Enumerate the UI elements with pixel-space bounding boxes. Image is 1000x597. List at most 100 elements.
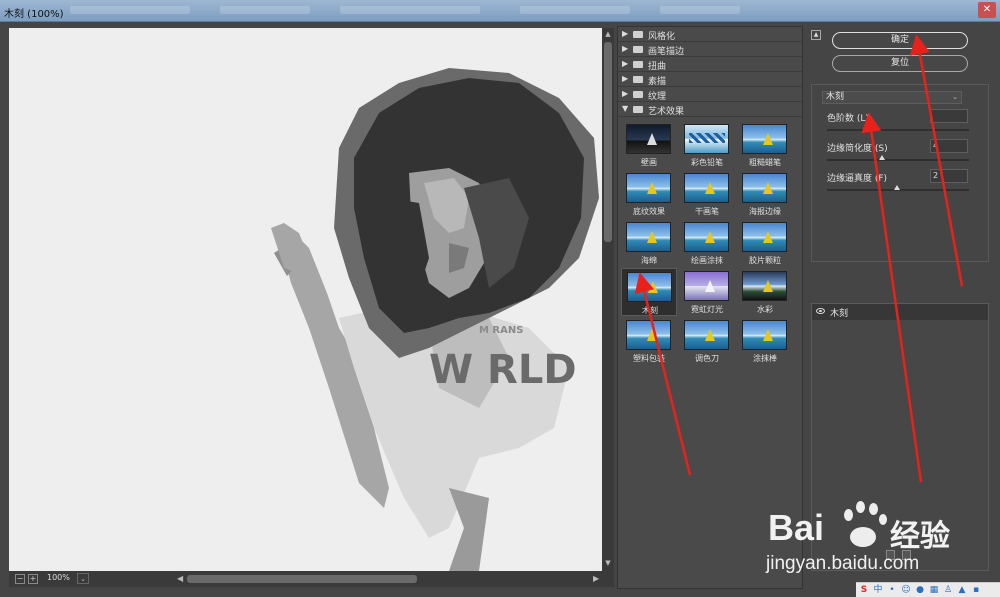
titlebar-blur — [660, 6, 740, 14]
titlebar-blur — [340, 6, 480, 14]
mic-icon[interactable]: ● — [914, 584, 926, 596]
hscroll-thumb[interactable] — [187, 575, 417, 583]
watermark-brand: Bai — [768, 507, 825, 548]
paw-toe — [856, 501, 865, 513]
folder-label: 风格化 — [648, 32, 676, 42]
filter-preview-image — [684, 320, 729, 350]
param-edge-simplicity: 边缘简化度 (S) 4 — [827, 139, 972, 169]
paw-toe — [879, 514, 887, 525]
folder-label: 素描 — [648, 77, 667, 87]
filter-thumb[interactable]: 木刻 — [621, 268, 677, 316]
filter-label: 胶片颗粒 — [749, 256, 781, 265]
param-value-input[interactable] — [930, 109, 968, 123]
watermark-brand-cn: 经验 — [890, 520, 950, 553]
preview-horizontal-scrollbar[interactable]: ◀ ▶ — [177, 574, 603, 584]
filter-thumb[interactable]: 底纹效果 — [621, 170, 677, 218]
expand-arrow-icon[interactable]: ▶ — [622, 44, 628, 53]
scroll-left-icon[interactable]: ◀ — [177, 574, 183, 583]
preview-status-bar: − + 100% ⌄ ◀ ▶ — [9, 571, 614, 587]
filter-preview-image — [626, 222, 671, 252]
scroll-down-icon[interactable]: ▼ — [604, 559, 612, 567]
filter-thumb[interactable]: 塑料包装 — [621, 317, 677, 365]
param-value-input[interactable]: 2 — [930, 169, 968, 183]
filter-label: 塑料包装 — [633, 354, 665, 363]
filter-thumb[interactable]: 海绵 — [621, 219, 677, 267]
filter-preview-image — [742, 124, 787, 154]
close-button[interactable]: ✕ — [978, 2, 996, 18]
expand-arrow-icon[interactable]: ▶ — [622, 74, 628, 83]
folder-row[interactable]: ▶ 纹理 — [618, 87, 802, 102]
filter-thumb[interactable]: 调色刀 — [679, 317, 735, 365]
scroll-right-icon[interactable]: ▶ — [593, 574, 599, 583]
slider-handle[interactable] — [870, 125, 877, 130]
collapse-icon[interactable]: ▲ — [811, 30, 821, 40]
zoom-out-button[interactable]: − — [15, 574, 25, 584]
filter-preview-image — [742, 271, 787, 301]
filter-thumb[interactable]: 涂抹棒 — [737, 317, 793, 365]
param-value-input[interactable]: 4 — [930, 139, 968, 153]
baidu-watermark: Bai 经验 jingyan.baidu.com — [752, 487, 952, 582]
expand-arrow-icon[interactable]: ▶ — [622, 29, 628, 38]
zoom-in-button[interactable]: + — [28, 574, 38, 584]
collapse-arrow-icon[interactable]: ▼ — [622, 104, 628, 113]
filter-label: 调色刀 — [695, 354, 719, 363]
smiley-icon[interactable]: ☺ — [900, 584, 912, 596]
window-title: 木刻 (100%) — [4, 9, 64, 20]
watermark-url: jingyan.baidu.com — [766, 553, 920, 574]
filter-label: 彩色铅笔 — [691, 158, 723, 167]
filter-preview-image — [742, 320, 787, 350]
ok-button[interactable]: 确定 — [832, 32, 968, 49]
filter-label: 干画笔 — [695, 207, 719, 216]
param-edge-fidelity: 边缘逼真度 (F) 2 — [827, 169, 972, 199]
filter-thumb[interactable]: 干画笔 — [679, 170, 735, 218]
filter-thumb[interactable]: 胶片颗粒 — [737, 219, 793, 267]
slider-track[interactable] — [827, 159, 969, 161]
punct-mode[interactable]: • — [886, 584, 898, 596]
filter-thumb[interactable]: 绘画涂抹 — [679, 219, 735, 267]
ime-mode[interactable]: 中 — [872, 584, 884, 596]
zoom-dropdown-icon[interactable]: ⌄ — [77, 573, 89, 584]
filter-label: 底纹效果 — [633, 207, 665, 216]
filter-thumb[interactable]: 海报边缘 — [737, 170, 793, 218]
title-bar: 木刻 (100%) ✕ — [0, 0, 1000, 22]
scroll-up-icon[interactable]: ▲ — [604, 30, 612, 38]
filter-thumbnails: 壁画 彩色铅笔 粗糙蜡笔底纹效果 干画笔 海报边缘海绵 绘画涂抹 胶片颗粒木刻 霓虹灯光 水彩塑… — [618, 117, 802, 367]
filter-label: 霓虹灯光 — [691, 305, 723, 314]
filter-thumb[interactable]: 彩色铅笔 — [679, 121, 735, 169]
filter-label: 木刻 — [642, 306, 658, 315]
slider-track[interactable] — [827, 129, 969, 131]
filter-thumb[interactable]: 粗糙蜡笔 — [737, 121, 793, 169]
filter-thumb[interactable]: 壁画 — [621, 121, 677, 169]
preview-canvas[interactable]: W RLD M RANS — [9, 28, 602, 571]
sogou-icon[interactable]: S — [858, 584, 870, 596]
filter-thumb[interactable]: 霓虹灯光 — [679, 268, 735, 316]
filter-select[interactable]: 木刻 ⌄ — [822, 91, 962, 104]
paw-toe — [869, 503, 878, 515]
effect-layer-row[interactable]: 木刻 — [812, 304, 988, 320]
slider-handle[interactable] — [879, 155, 886, 160]
preview-vertical-scrollbar[interactable]: ▲ ▼ — [602, 28, 614, 571]
scroll-thumb[interactable] — [604, 42, 612, 242]
keyboard-icon[interactable]: ▦ — [928, 584, 940, 596]
folder-row[interactable]: ▶ 画笔描边 — [618, 42, 802, 57]
folder-row[interactable]: ▶ 扭曲 — [618, 57, 802, 72]
grid-icon[interactable]: ▪ — [970, 584, 982, 596]
titlebar-blur — [520, 6, 630, 14]
folder-row[interactable]: ▶ 风格化 — [618, 27, 802, 42]
expand-arrow-icon[interactable]: ▶ — [622, 59, 628, 68]
param-label: 边缘简化度 (S) — [827, 144, 888, 154]
expand-arrow-icon[interactable]: ▶ — [622, 89, 628, 98]
eye-icon[interactable] — [816, 308, 825, 314]
user-icon[interactable]: ♙ — [942, 584, 954, 596]
shirt-icon[interactable]: ▲ — [956, 584, 968, 596]
folder-label: 画笔描边 — [648, 47, 685, 57]
filter-label: 海报边缘 — [749, 207, 781, 216]
folder-row[interactable]: ▶ 素描 — [618, 72, 802, 87]
filter-preview-image — [626, 124, 671, 154]
reset-button[interactable]: 复位 — [832, 55, 968, 72]
folder-row-expanded[interactable]: ▼ 艺术效果 — [618, 102, 802, 117]
slider-handle[interactable] — [893, 185, 900, 190]
filter-thumb[interactable]: 水彩 — [737, 268, 793, 316]
shirt-text-small: M RANS — [479, 325, 523, 336]
filter-select-value: 木刻 — [826, 92, 845, 102]
